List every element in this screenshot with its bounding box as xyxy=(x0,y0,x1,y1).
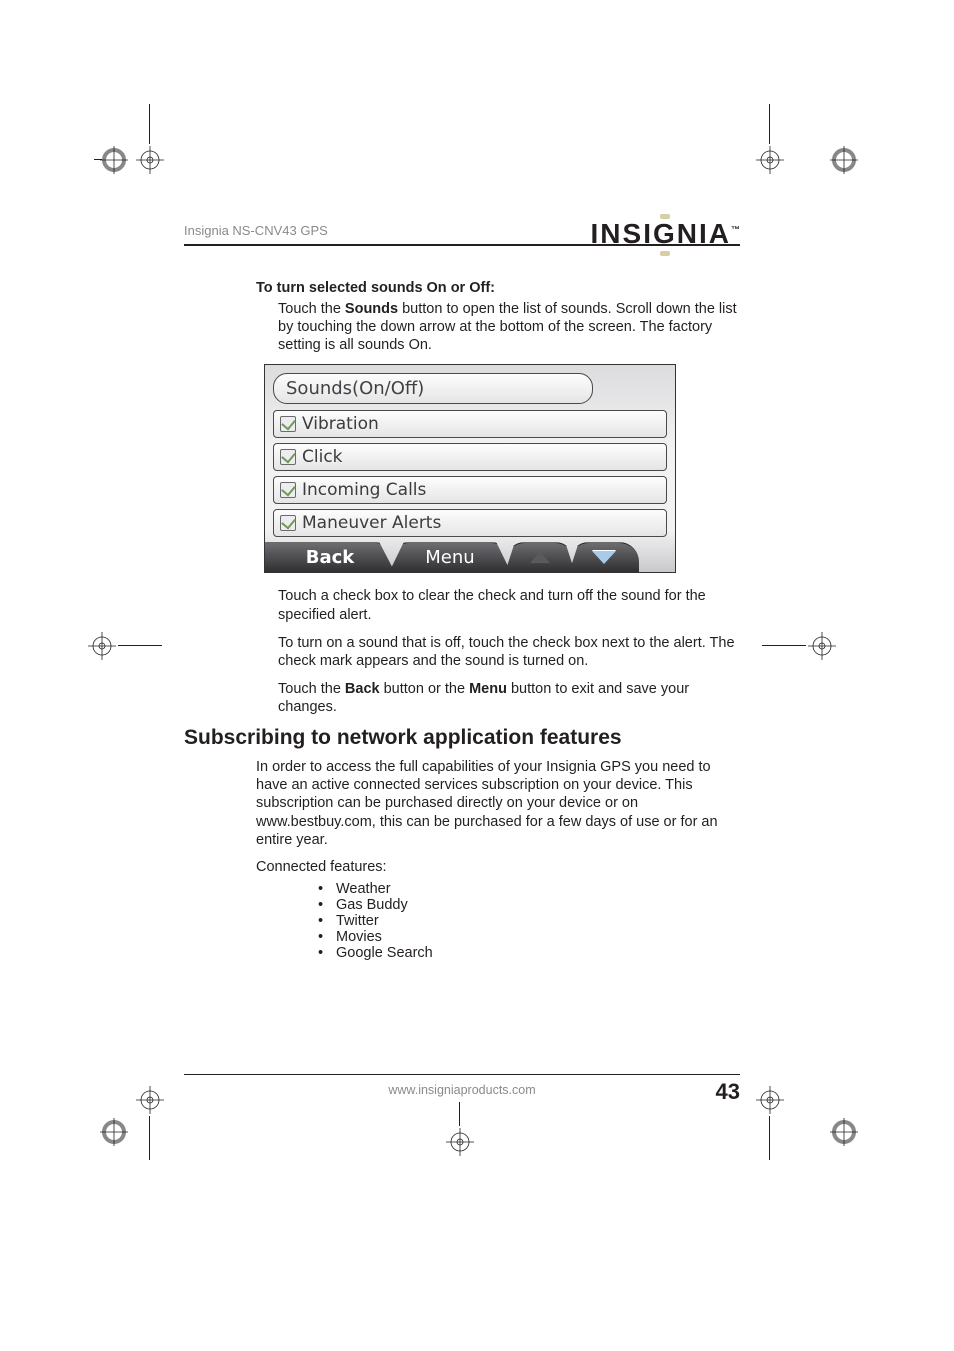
crop-line xyxy=(149,104,150,144)
paragraph: In order to access the full capabilities… xyxy=(256,758,740,849)
sound-option-maneuver-alerts[interactable]: Maneuver Alerts xyxy=(273,509,667,537)
print-reg-mark xyxy=(88,632,116,660)
brand-logo: INSIGNIA™ xyxy=(591,218,740,250)
checkbox-icon[interactable] xyxy=(280,482,296,498)
list-item: Google Search xyxy=(318,945,740,961)
option-label: Incoming Calls xyxy=(302,480,426,500)
option-label: Vibration xyxy=(302,414,379,434)
brand-text-2: NIA xyxy=(677,218,731,249)
checkbox-icon[interactable] xyxy=(280,449,296,465)
checkbox-icon[interactable] xyxy=(280,515,296,531)
back-button[interactable]: Back xyxy=(265,542,395,572)
print-reg-mark xyxy=(100,1118,128,1146)
list-item: Twitter xyxy=(318,913,740,929)
print-reg-mark xyxy=(756,146,784,174)
brand-tm: ™ xyxy=(731,225,740,235)
brand-text-1: INSI xyxy=(591,218,653,249)
text: button or the xyxy=(380,681,469,697)
triangle-up-icon xyxy=(530,552,550,563)
print-reg-mark xyxy=(136,1086,164,1114)
paragraph: Touch the Sounds button to open the list… xyxy=(256,300,740,354)
crop-line xyxy=(762,645,806,646)
print-reg-mark xyxy=(446,1128,474,1156)
page-content: Insignia NS-CNV43 GPS INSIGNIA™ To turn … xyxy=(184,218,740,961)
text: Touch the xyxy=(278,301,345,317)
scroll-up-button[interactable] xyxy=(505,542,575,572)
list-item: Movies xyxy=(318,929,740,945)
brand-accent-icon xyxy=(660,251,670,256)
print-reg-mark xyxy=(808,632,836,660)
crop-line xyxy=(769,1116,770,1160)
footer-url: www.insigniaproducts.com xyxy=(388,1083,535,1097)
print-reg-mark xyxy=(830,1118,858,1146)
features-label: Connected features: xyxy=(256,859,740,875)
features-list: Weather Gas Buddy Twitter Movies Google … xyxy=(256,881,740,961)
crop-line xyxy=(118,645,162,646)
sounds-title-button[interactable]: Sounds(On/Off) xyxy=(273,373,593,404)
page-footer: www.insigniaproducts.com 43 xyxy=(184,1074,740,1099)
paragraph: Touch the Back button or the Menu button… xyxy=(256,680,740,716)
screenshot-footer: Back Menu xyxy=(265,542,675,572)
crop-line xyxy=(459,1102,460,1126)
sound-option-incoming-calls[interactable]: Incoming Calls xyxy=(273,476,667,504)
page-header: Insignia NS-CNV43 GPS INSIGNIA™ xyxy=(184,218,740,246)
print-reg-mark xyxy=(830,146,858,174)
triangle-down-icon xyxy=(592,551,616,564)
list-item: Weather xyxy=(318,881,740,897)
option-label: Maneuver Alerts xyxy=(302,513,441,533)
checkbox-icon[interactable] xyxy=(280,416,296,432)
print-reg-mark xyxy=(756,1086,784,1114)
page-number: 43 xyxy=(716,1079,740,1105)
device-model: Insignia NS-CNV43 GPS xyxy=(184,223,328,238)
brand-accent-icon xyxy=(660,214,670,219)
print-reg-mark xyxy=(100,146,128,174)
option-label: Click xyxy=(302,447,343,467)
text: Touch the xyxy=(278,681,345,697)
section-heading: Subscribing to network application featu… xyxy=(184,726,740,750)
bold-text: Sounds xyxy=(345,301,398,317)
crop-line xyxy=(149,1116,150,1160)
crop-line xyxy=(769,104,770,144)
print-reg-mark xyxy=(136,146,164,174)
brand-text-g: G xyxy=(653,218,677,250)
paragraph: To turn on a sound that is off, touch th… xyxy=(256,634,740,670)
sound-option-click[interactable]: Click xyxy=(273,443,667,471)
content-body: To turn selected sounds On or Off: Touch… xyxy=(184,246,740,961)
menu-button[interactable]: Menu xyxy=(389,542,511,572)
bold-text: Back xyxy=(345,681,380,697)
instruction-heading: To turn selected sounds On or Off: xyxy=(256,280,740,296)
list-item: Gas Buddy xyxy=(318,897,740,913)
sound-option-vibration[interactable]: Vibration xyxy=(273,410,667,438)
paragraph: Touch a check box to clear the check and… xyxy=(256,587,740,623)
scroll-down-button[interactable] xyxy=(569,542,639,572)
crop-line xyxy=(94,159,102,160)
device-screenshot: Sounds(On/Off) Vibration Click Incoming … xyxy=(264,364,676,573)
bold-text: Menu xyxy=(469,681,507,697)
